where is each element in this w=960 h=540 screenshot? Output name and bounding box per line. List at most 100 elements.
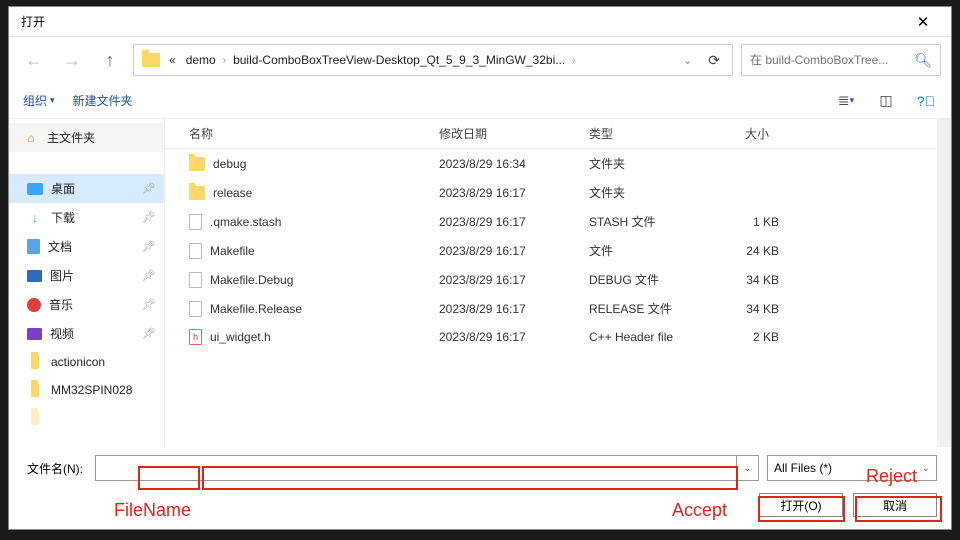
- sidebar-item-folder[interactable]: MM32SPIN028: [9, 376, 164, 404]
- music-icon: [27, 298, 41, 312]
- file-size: 34 KB: [709, 302, 779, 316]
- chevron-right-icon: ›: [221, 55, 228, 66]
- filename-input[interactable]: [95, 455, 737, 481]
- titlebar: 打开 ✕: [9, 7, 951, 37]
- folder-icon: [189, 186, 205, 200]
- window-title: 打开: [21, 13, 45, 30]
- close-button[interactable]: ✕: [903, 8, 943, 36]
- cancel-button[interactable]: 取消: [853, 493, 937, 517]
- open-button[interactable]: 打开(O): [759, 493, 843, 517]
- sidebar-item-music[interactable]: 音乐 📌︎: [9, 290, 164, 319]
- filename-label: 文件名(N):: [23, 458, 87, 479]
- file-size: 24 KB: [709, 244, 779, 258]
- file-size: 2 KB: [709, 330, 779, 344]
- file-type: 文件: [589, 242, 709, 259]
- file-type: DEBUG 文件: [589, 271, 709, 288]
- file-list: 名称 修改日期 类型 大小 debug2023/8/29 16:34文件夹rel…: [165, 119, 937, 447]
- chevron-down-icon: ▾: [850, 95, 855, 106]
- file-name: Makefile: [210, 244, 255, 258]
- path-dropdown[interactable]: ⌄: [675, 54, 700, 67]
- filename-dropdown[interactable]: ⌄: [737, 455, 759, 481]
- sidebar: ⌂ 主文件夹 桌面 📌︎ ↓ 下载 📌︎ 文档 📌︎: [9, 119, 165, 447]
- col-date[interactable]: 修改日期: [439, 125, 589, 142]
- view-list-icon[interactable]: ≣ ▾: [835, 90, 857, 112]
- sidebar-item-documents[interactable]: 文档 📌︎: [9, 232, 164, 261]
- file-date: 2023/8/29 16:17: [439, 215, 589, 229]
- download-icon: ↓: [27, 210, 43, 226]
- file-date: 2023/8/29 16:17: [439, 302, 589, 316]
- sidebar-item-desktop[interactable]: 桌面 📌︎: [9, 174, 164, 203]
- file-size: 1 KB: [709, 215, 779, 229]
- file-row[interactable]: debug 2023/8/29 16:34文件夹: [165, 149, 937, 178]
- file-type: 文件夹: [589, 184, 709, 201]
- file-name: release: [213, 186, 252, 200]
- file-date: 2023/8/29 16:17: [439, 273, 589, 287]
- home-icon: ⌂: [23, 130, 39, 146]
- folder-icon: [189, 157, 205, 171]
- chevron-down-icon: ⌄: [922, 463, 930, 474]
- chevron-down-icon: ▾: [50, 95, 55, 106]
- file-icon: [189, 243, 202, 259]
- file-date: 2023/8/29 16:17: [439, 330, 589, 344]
- help-icon[interactable]: ?⃝: [915, 90, 937, 112]
- col-type[interactable]: 类型: [589, 125, 709, 142]
- pin-icon: 📌︎: [142, 240, 156, 253]
- sidebar-item-folder[interactable]: [9, 404, 164, 432]
- back-button[interactable]: ←: [19, 45, 49, 75]
- file-filter-select[interactable]: All Files (*) ⌄: [767, 455, 937, 481]
- sidebar-item-pictures[interactable]: 图片 📌︎: [9, 261, 164, 290]
- col-size[interactable]: 大小: [709, 125, 779, 142]
- pin-icon: 📌︎: [142, 211, 156, 224]
- column-headers: 名称 修改日期 类型 大小: [165, 119, 937, 149]
- scrollbar[interactable]: [937, 119, 951, 447]
- sidebar-item-videos[interactable]: 视频 📌︎: [9, 319, 164, 348]
- sidebar-item-folder[interactable]: actionicon: [9, 348, 164, 376]
- file-icon: [189, 214, 202, 230]
- file-type: C++ Header file: [589, 330, 709, 344]
- file-icon: [189, 301, 202, 317]
- file-row[interactable]: Makefile 2023/8/29 16:17文件24 KB: [165, 236, 937, 265]
- file-date: 2023/8/29 16:34: [439, 157, 589, 171]
- refresh-button[interactable]: ⟳: [700, 52, 728, 69]
- path-segment[interactable]: build-ComboBoxTreeView-Desktop_Qt_5_9_3_…: [228, 53, 570, 67]
- file-row[interactable]: hui_widget.h2023/8/29 16:17C++ Header fi…: [165, 323, 937, 351]
- close-icon: ✕: [917, 13, 930, 31]
- file-icon: [189, 272, 202, 288]
- file-row[interactable]: release 2023/8/29 16:17文件夹: [165, 178, 937, 207]
- video-icon: [27, 328, 42, 340]
- sidebar-item-downloads[interactable]: ↓ 下载 📌︎: [9, 203, 164, 232]
- file-date: 2023/8/29 16:17: [439, 244, 589, 258]
- file-row[interactable]: Makefile.Debug2023/8/29 16:17DEBUG 文件34 …: [165, 265, 937, 294]
- file-type: STASH 文件: [589, 213, 709, 230]
- file-name: debug: [213, 157, 246, 171]
- file-row[interactable]: .qmake.stash 2023/8/29 16:17STASH 文件1 KB: [165, 207, 937, 236]
- toolbar: 组织 ▾ 新建文件夹 ≣ ▾ ◫ ?⃝: [9, 83, 951, 119]
- path-root-sep: «: [164, 53, 181, 67]
- forward-button[interactable]: →: [57, 45, 87, 75]
- header-file-icon: h: [189, 329, 202, 345]
- new-folder-button[interactable]: 新建文件夹: [73, 92, 133, 109]
- folder-icon: [142, 53, 160, 67]
- organize-button[interactable]: 组织 ▾: [23, 92, 55, 109]
- pin-icon: 📌︎: [142, 298, 156, 311]
- search-box[interactable]: 🔍︎: [741, 44, 941, 76]
- file-size: 34 KB: [709, 273, 779, 287]
- file-name: .qmake.stash: [210, 215, 281, 229]
- file-rows: debug 2023/8/29 16:34文件夹 release 2023/8/29 …: [165, 149, 937, 447]
- file-type: 文件夹: [589, 155, 709, 172]
- desktop-icon: [27, 183, 43, 195]
- breadcrumb[interactable]: « demo › build-ComboBoxTreeView-Desktop_…: [133, 44, 733, 76]
- picture-icon: [27, 270, 42, 282]
- preview-pane-icon[interactable]: ◫: [875, 90, 897, 112]
- path-segment[interactable]: demo: [181, 53, 221, 67]
- col-name[interactable]: 名称: [189, 125, 439, 142]
- file-row[interactable]: Makefile.Release2023/8/29 16:17RELEASE 文…: [165, 294, 937, 323]
- pin-icon: 📌︎: [142, 269, 156, 282]
- chevron-right-icon: ›: [570, 55, 577, 66]
- search-input[interactable]: [750, 53, 908, 67]
- file-date: 2023/8/29 16:17: [439, 186, 589, 200]
- sidebar-item-home[interactable]: ⌂ 主文件夹: [9, 123, 164, 152]
- file-name: Makefile.Release: [210, 302, 302, 316]
- footer: 文件名(N): ⌄ All Files (*) ⌄ 打开(O) 取消: [9, 447, 951, 529]
- up-button[interactable]: ↑: [95, 45, 125, 75]
